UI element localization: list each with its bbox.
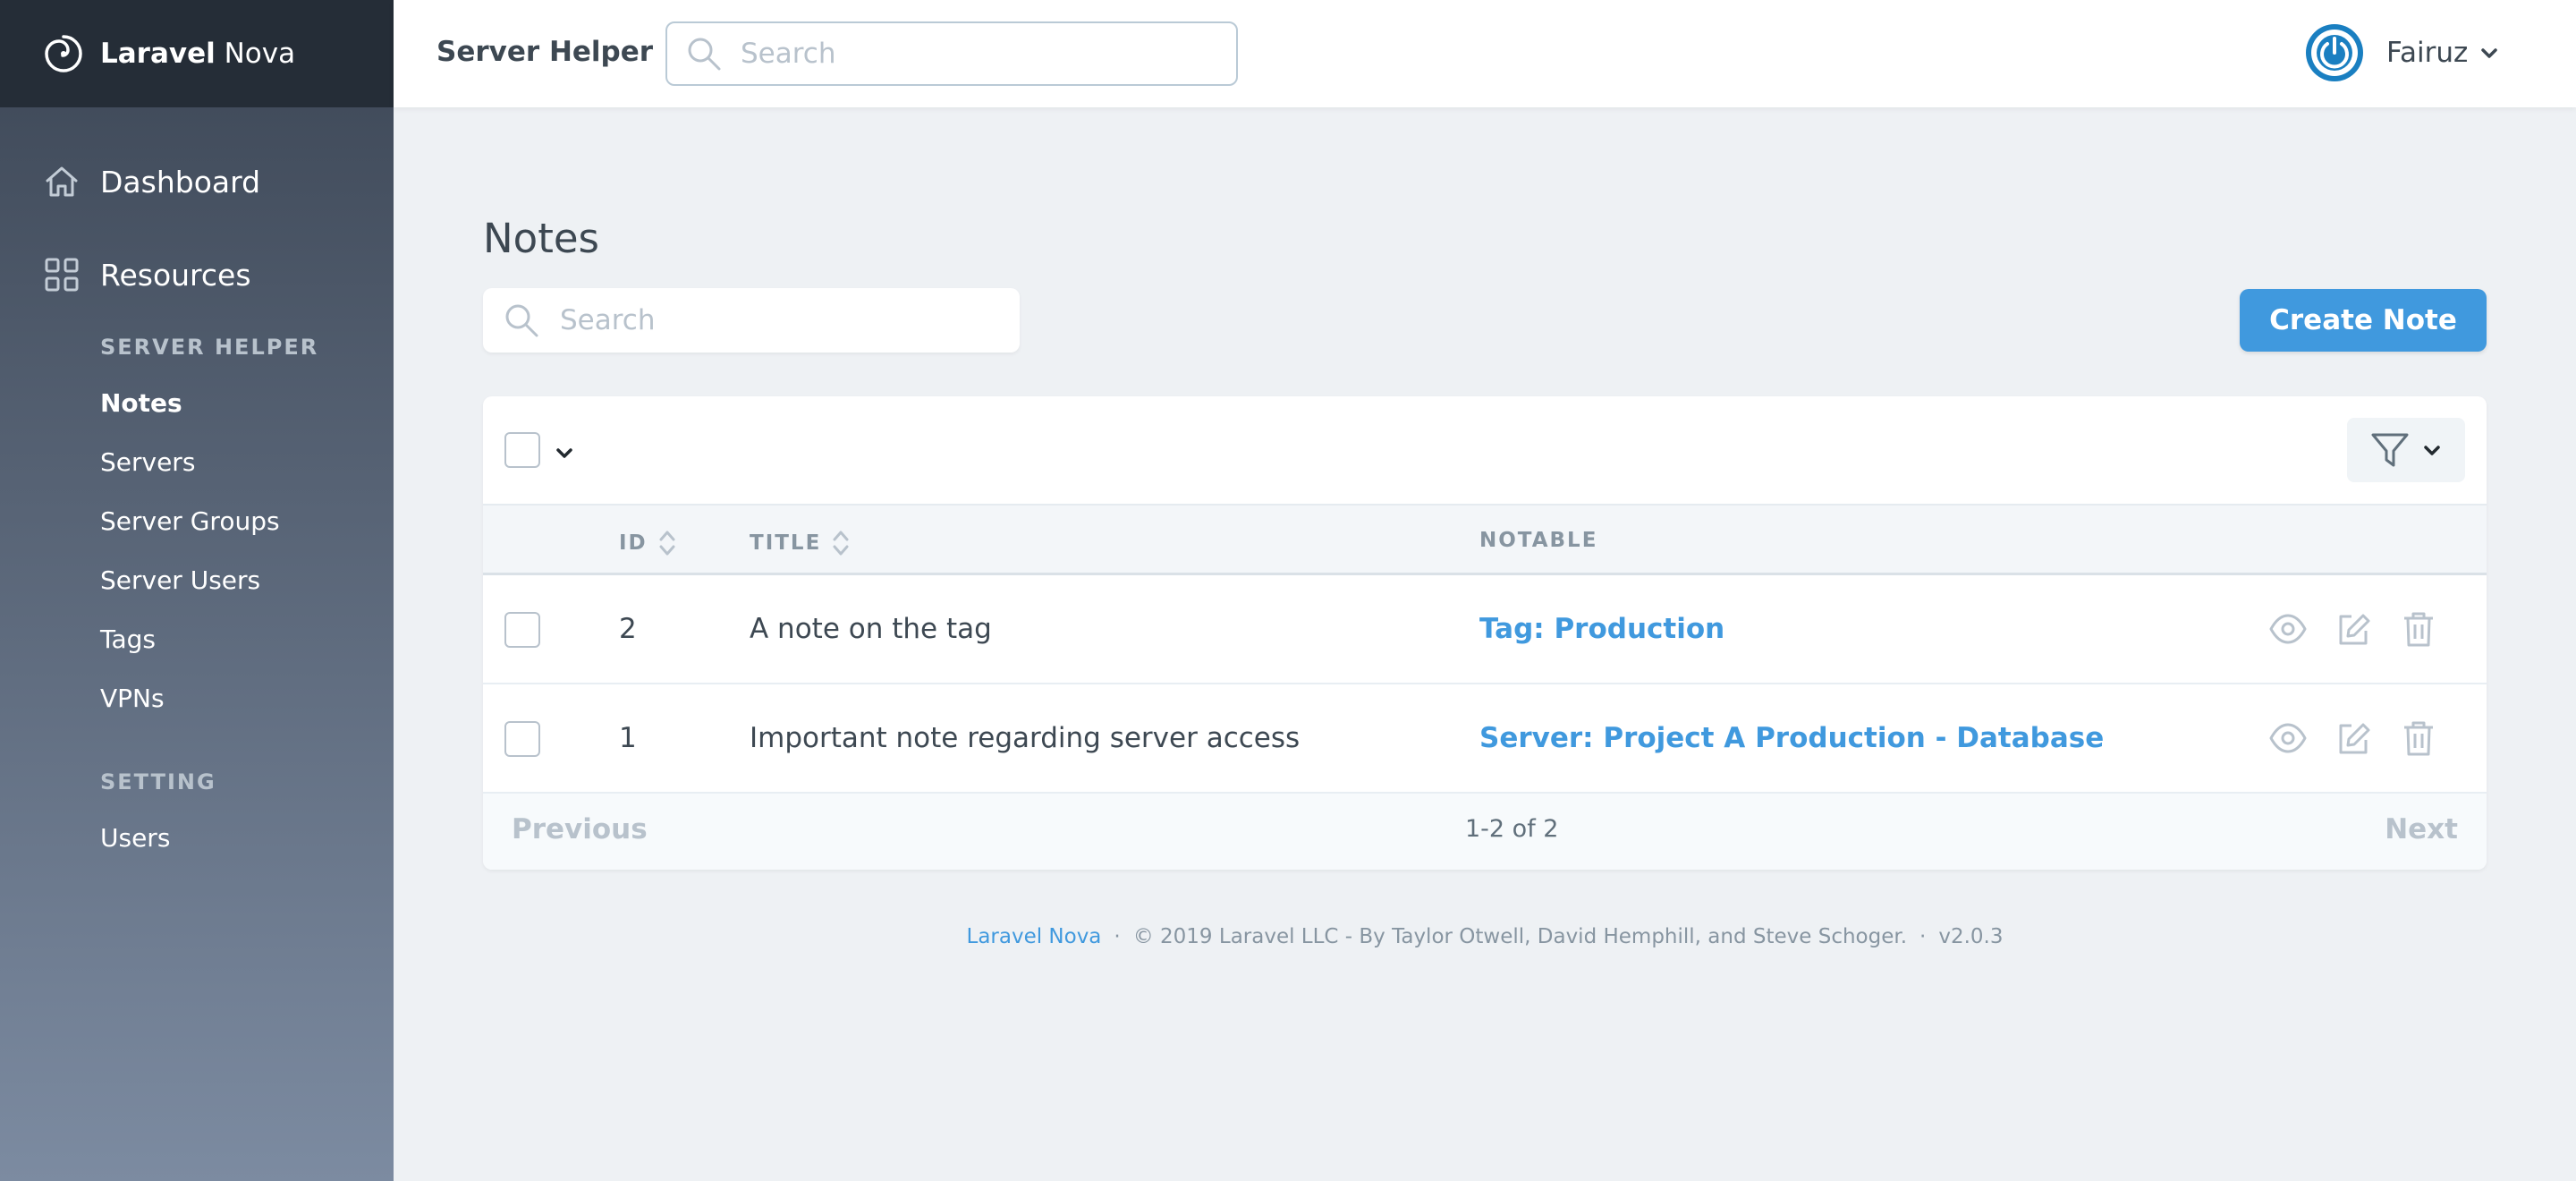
filter-button[interactable] [2347,418,2465,482]
user-menu[interactable]: Fairuz [2306,24,2500,81]
edit-icon[interactable] [2334,718,2373,758]
pagination-info: 1-2 of 2 [1465,815,1559,843]
sidebar-item-server-groups[interactable]: Server Groups [100,506,280,536]
row-actions [2268,718,2464,758]
column-id-label: ID [619,531,648,555]
column-notable: NOTABLE [1479,529,1597,552]
sidebar-item-servers[interactable]: Servers [100,447,195,477]
footer-separator: · [1114,925,1121,948]
brand-name: Laravel Nova [100,38,296,70]
nav-resources-label: Resources [100,257,251,293]
column-notable-label: NOTABLE [1479,529,1598,552]
sidebar-item-users[interactable]: Users [100,823,170,853]
user-name: Fairuz [2386,37,2469,69]
nav-dashboard[interactable]: Dashboard [43,163,260,200]
row-notable-link[interactable]: Server: Project A Production - Database [1479,722,2104,754]
table-header: ID TITLE NOTABLE [483,504,2487,575]
row-id: 1 [619,722,637,754]
footer-version: v2.0.3 [1938,925,2004,948]
filter-icon [2371,433,2409,467]
resource-search-input[interactable] [560,304,989,336]
app-name: Server Helper [436,36,654,68]
footer-nova-link[interactable]: Laravel Nova [967,925,1102,948]
chevron-down-icon [2481,48,2498,58]
column-id[interactable]: ID [619,529,676,557]
grid-icon [45,258,79,292]
resource-table-card: ID TITLE NOTABLE 2 A note on the tag Tag… [483,396,2487,870]
edit-icon[interactable] [2334,609,2373,649]
table-row: 1 Important note regarding server access… [483,684,2487,794]
row-id: 2 [619,613,637,645]
row-actions [2268,609,2464,649]
sidebar-item-notes[interactable]: Notes [100,388,182,418]
row-title: A note on the tag [750,613,992,645]
avatar [2306,24,2363,81]
row-checkbox[interactable] [504,612,540,648]
nav-dashboard-label: Dashboard [100,164,261,200]
view-icon[interactable] [2268,609,2308,649]
brand[interactable]: Laravel Nova [0,0,394,107]
top-header: Server Helper Fairuz [394,0,2576,107]
global-search[interactable] [665,21,1238,86]
section-server-helper: SERVER HELPER [100,335,319,360]
previous-page-button[interactable]: Previous [512,813,648,845]
section-setting: SETTING [100,769,216,794]
chevron-down-icon [2424,446,2440,455]
sidebar: Laravel Nova Dashboard Resources SERVER … [0,0,394,1181]
table-row: 2 A note on the tag Tag: Production [483,575,2487,684]
sidebar-item-vpns[interactable]: VPNs [100,684,165,713]
trash-icon[interactable] [2399,718,2438,758]
row-notable-link[interactable]: Tag: Production [1479,613,1724,645]
nova-logo-icon [45,35,82,72]
chevron-down-icon[interactable] [553,441,576,464]
sort-icon [833,531,849,556]
search-icon [505,304,538,337]
search-icon [688,38,721,71]
view-icon[interactable] [2268,718,2308,758]
resource-search[interactable] [483,288,1020,353]
row-title: Important note regarding server access [750,722,1301,754]
pagination: Previous 1-2 of 2 Next [483,794,2487,870]
home-icon [46,166,78,197]
next-page-button[interactable]: Next [2385,813,2458,845]
sidebar-item-tags[interactable]: Tags [100,624,156,654]
sort-icon [659,531,675,556]
trash-icon[interactable] [2399,609,2438,649]
create-note-button[interactable]: Create Note [2240,289,2487,352]
page-title: Notes [483,215,599,262]
column-title-label: TITLE [750,531,822,555]
sidebar-item-server-users[interactable]: Server Users [100,565,260,595]
column-title[interactable]: TITLE [750,529,850,557]
footer-copyright: © 2019 Laravel LLC - By Taylor Otwell, D… [1132,925,1908,948]
footer: Laravel Nova · © 2019 Laravel LLC - By Tay… [394,925,2576,948]
row-checkbox[interactable] [504,721,540,757]
select-all-checkbox[interactable] [504,432,540,468]
nav-resources[interactable]: Resources [43,256,251,293]
footer-separator: · [1919,925,1927,948]
global-search-input[interactable] [741,38,1206,70]
